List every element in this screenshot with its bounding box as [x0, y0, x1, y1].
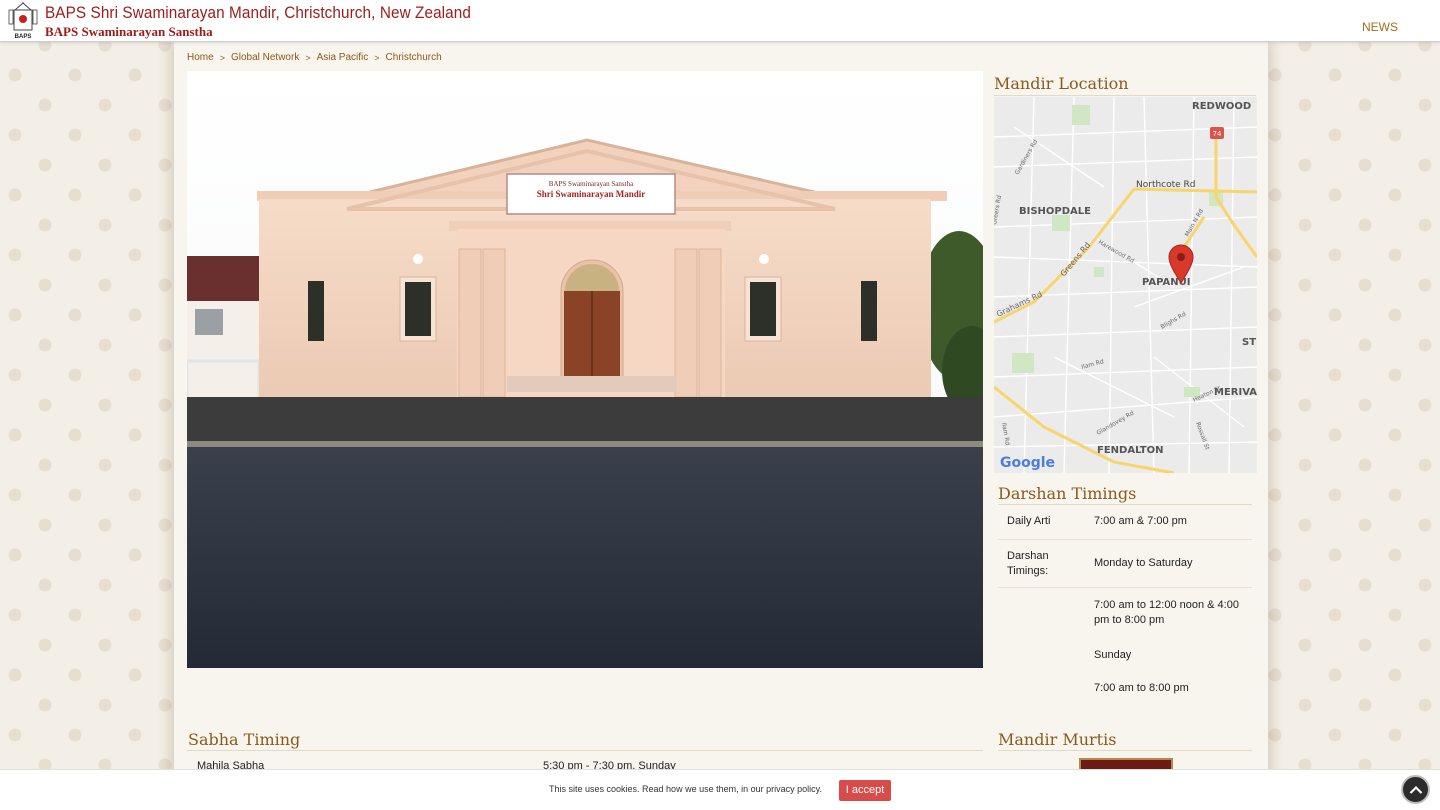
- map-label-merivale: MERIVA: [1214, 387, 1257, 398]
- breadcrumb-home[interactable]: Home: [187, 52, 214, 63]
- map-label-fendalton: FENDALTON: [1097, 445, 1163, 456]
- heading-divider: [998, 504, 1252, 505]
- map-route-74: 74: [1213, 130, 1222, 138]
- baps-logo-icon[interactable]: BAPS: [6, 0, 40, 40]
- darshan-value: Monday to Saturday: [1094, 557, 1193, 569]
- accept-cookies-button[interactable]: I accept: [839, 780, 891, 801]
- chevron-up-icon: [1409, 785, 1422, 794]
- breadcrumb-separator: >: [219, 52, 225, 63]
- darshan-value: 7:00 am to 12:00 noon & 4:00 pm to 8:00 …: [1094, 599, 1239, 626]
- logo-text: BAPS: [14, 34, 32, 40]
- darshan-timings-heading: Darshan Timings: [998, 484, 1137, 503]
- back-to-top-button[interactable]: [1401, 775, 1430, 804]
- map-label-redwood: REDWOOD: [1192, 101, 1251, 112]
- nav-news-link[interactable]: NEWS: [1362, 20, 1398, 34]
- breadcrumb-christchurch[interactable]: Christchurch: [386, 52, 442, 63]
- breadcrumb-global-network[interactable]: Global Network: [231, 52, 299, 63]
- mandir-photo: BAPS Swaminarayan Sanstha Shri Swaminara…: [187, 71, 983, 668]
- darshan-value: 7:00 am & 7:00 pm: [1094, 515, 1187, 527]
- site-subtitle[interactable]: BAPS Swaminarayan Sanstha: [45, 24, 213, 40]
- darshan-value: Sunday: [1094, 649, 1132, 661]
- sign-line-2: Shri Swaminarayan Mandir: [537, 189, 646, 199]
- map-label-st-albans: ST: [1242, 337, 1256, 348]
- map-label-northcote: Northcote Rd: [1136, 180, 1196, 190]
- breadcrumb: Home > Global Network > Asia Pacific > C…: [187, 52, 442, 63]
- cookie-banner: This site uses cookies. Read how we use …: [0, 769, 1440, 810]
- row-divider: [998, 587, 1252, 588]
- table-row: 7:00 am to 8:00 pm: [998, 681, 1252, 701]
- google-logo[interactable]: Google: [1000, 455, 1055, 471]
- top-navigation-bar: BAPS BAPS Shri Swaminarayan Mandir, Chri…: [0, 0, 1440, 42]
- heading-divider: [187, 750, 983, 751]
- darshan-label: Daily Arti: [1007, 515, 1051, 527]
- darshan-value: 7:00 am to 8:00 pm: [1094, 682, 1189, 694]
- map-label-bishopdale: BISHOPDALE: [1019, 206, 1091, 217]
- table-row: Darshan Timings: Monday to Saturday: [998, 549, 1252, 583]
- sign-line-1: BAPS Swaminarayan Sanstha: [549, 180, 634, 188]
- sabha-timing-heading: Sabha Timing: [188, 730, 301, 749]
- mandir-murtis-heading: Mandir Murtis: [998, 730, 1117, 749]
- table-row: 7:00 am to 12:00 noon & 4:00 pm to 8:00 …: [998, 598, 1252, 632]
- location-map[interactable]: REDWOOD 74 Northcote Rd BISHOPDALE Harew…: [994, 97, 1257, 473]
- row-divider: [998, 539, 1252, 540]
- heading-divider: [994, 95, 1256, 96]
- breadcrumb-separator: >: [305, 52, 311, 63]
- site-title[interactable]: BAPS Shri Swaminarayan Mandir, Christchu…: [45, 3, 471, 23]
- cookie-message: This site uses cookies. Read how we use …: [549, 784, 822, 794]
- breadcrumb-separator: >: [374, 52, 380, 63]
- table-row: Sunday: [998, 648, 1252, 668]
- mandir-location-heading: Mandir Location: [994, 74, 1129, 93]
- breadcrumb-asia-pacific[interactable]: Asia Pacific: [317, 52, 369, 63]
- darshan-label: Darshan Timings:: [1007, 550, 1049, 577]
- heading-divider: [998, 750, 1252, 751]
